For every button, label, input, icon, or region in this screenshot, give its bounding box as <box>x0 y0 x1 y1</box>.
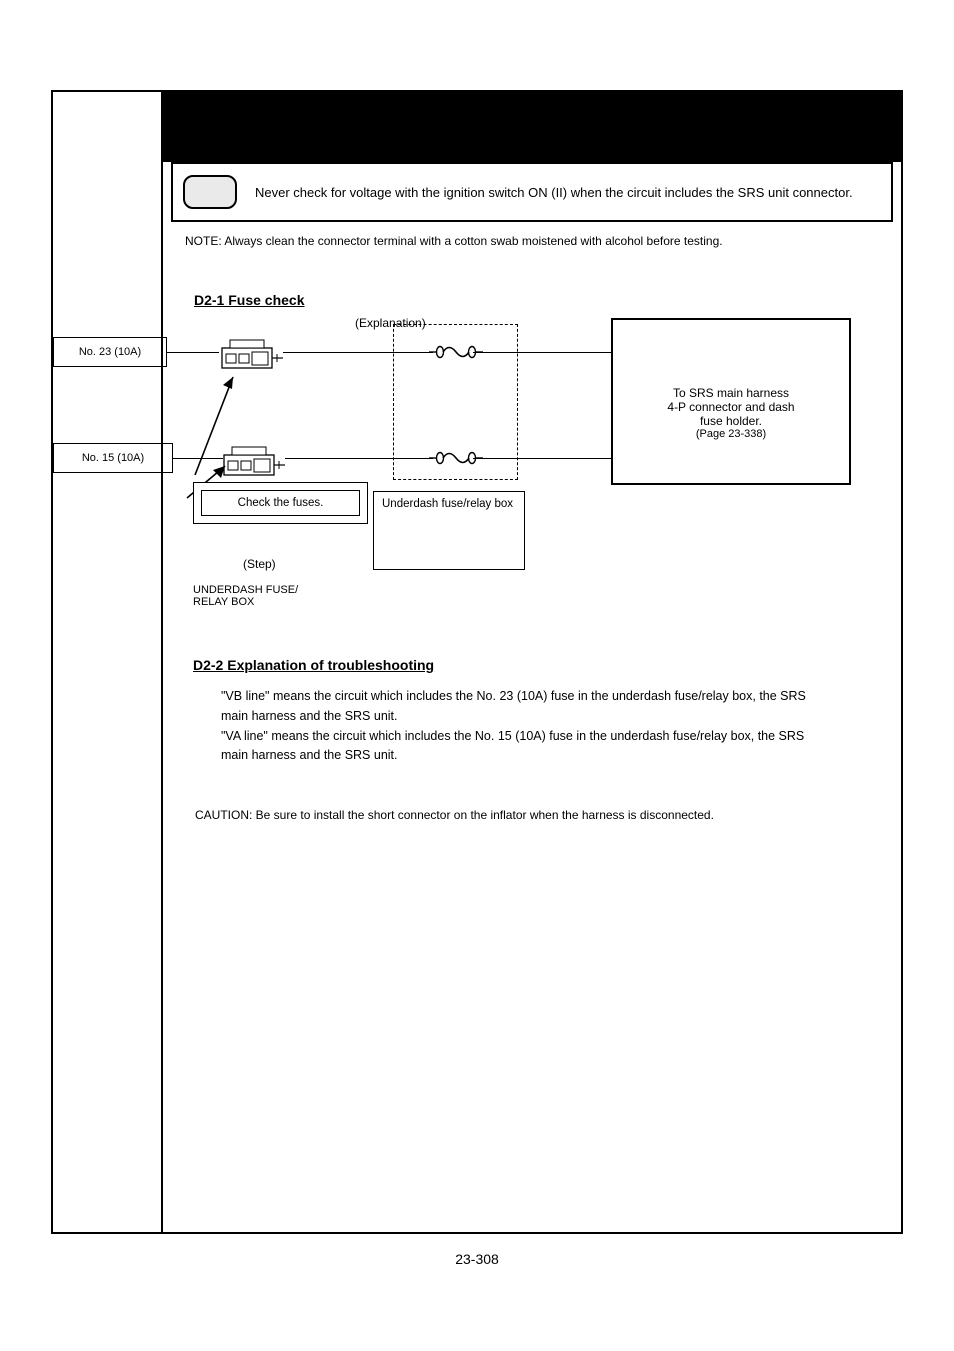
fuse-holder-icon <box>221 334 283 370</box>
warning-text: Never check for voltage with the ignitio… <box>255 185 853 200</box>
page-number: 23-308 <box>0 1251 954 1267</box>
step-box: Check the fuses. <box>193 482 368 524</box>
caution-line: CAUTION: Be sure to install the short co… <box>195 808 714 822</box>
arrow-icon <box>183 367 243 477</box>
warning-icon <box>183 175 237 209</box>
title-banner <box>163 92 901 162</box>
left-sidebar <box>53 92 163 1232</box>
relay-caption: UNDERDASH FUSE/ RELAY BOX <box>193 584 298 608</box>
step-text: Check the fuses. <box>201 490 360 516</box>
wire <box>167 352 219 353</box>
fuse-tab-2: No. 15 (10A) <box>53 443 173 473</box>
junction-box: To SRS main harness 4-P connector and da… <box>611 318 851 485</box>
note-line: NOTE: Always clean the connector termina… <box>185 234 881 248</box>
hint-box: Underdash fuse/relay box <box>373 491 525 570</box>
d2-1-heading: D2-1 Fuse check <box>194 292 305 308</box>
fuse-icon <box>429 450 483 466</box>
step-label: (Step) <box>243 557 276 571</box>
warning-notice: Never check for voltage with the ignitio… <box>171 162 893 222</box>
d2-2-heading: D2-2 Explanation of troubleshooting <box>193 657 434 673</box>
d2-2-paragraph: "VB line" means the circuit which includ… <box>221 687 851 766</box>
fuse-icon <box>429 344 483 360</box>
fuse-tab-1: No. 23 (10A) <box>53 337 167 367</box>
